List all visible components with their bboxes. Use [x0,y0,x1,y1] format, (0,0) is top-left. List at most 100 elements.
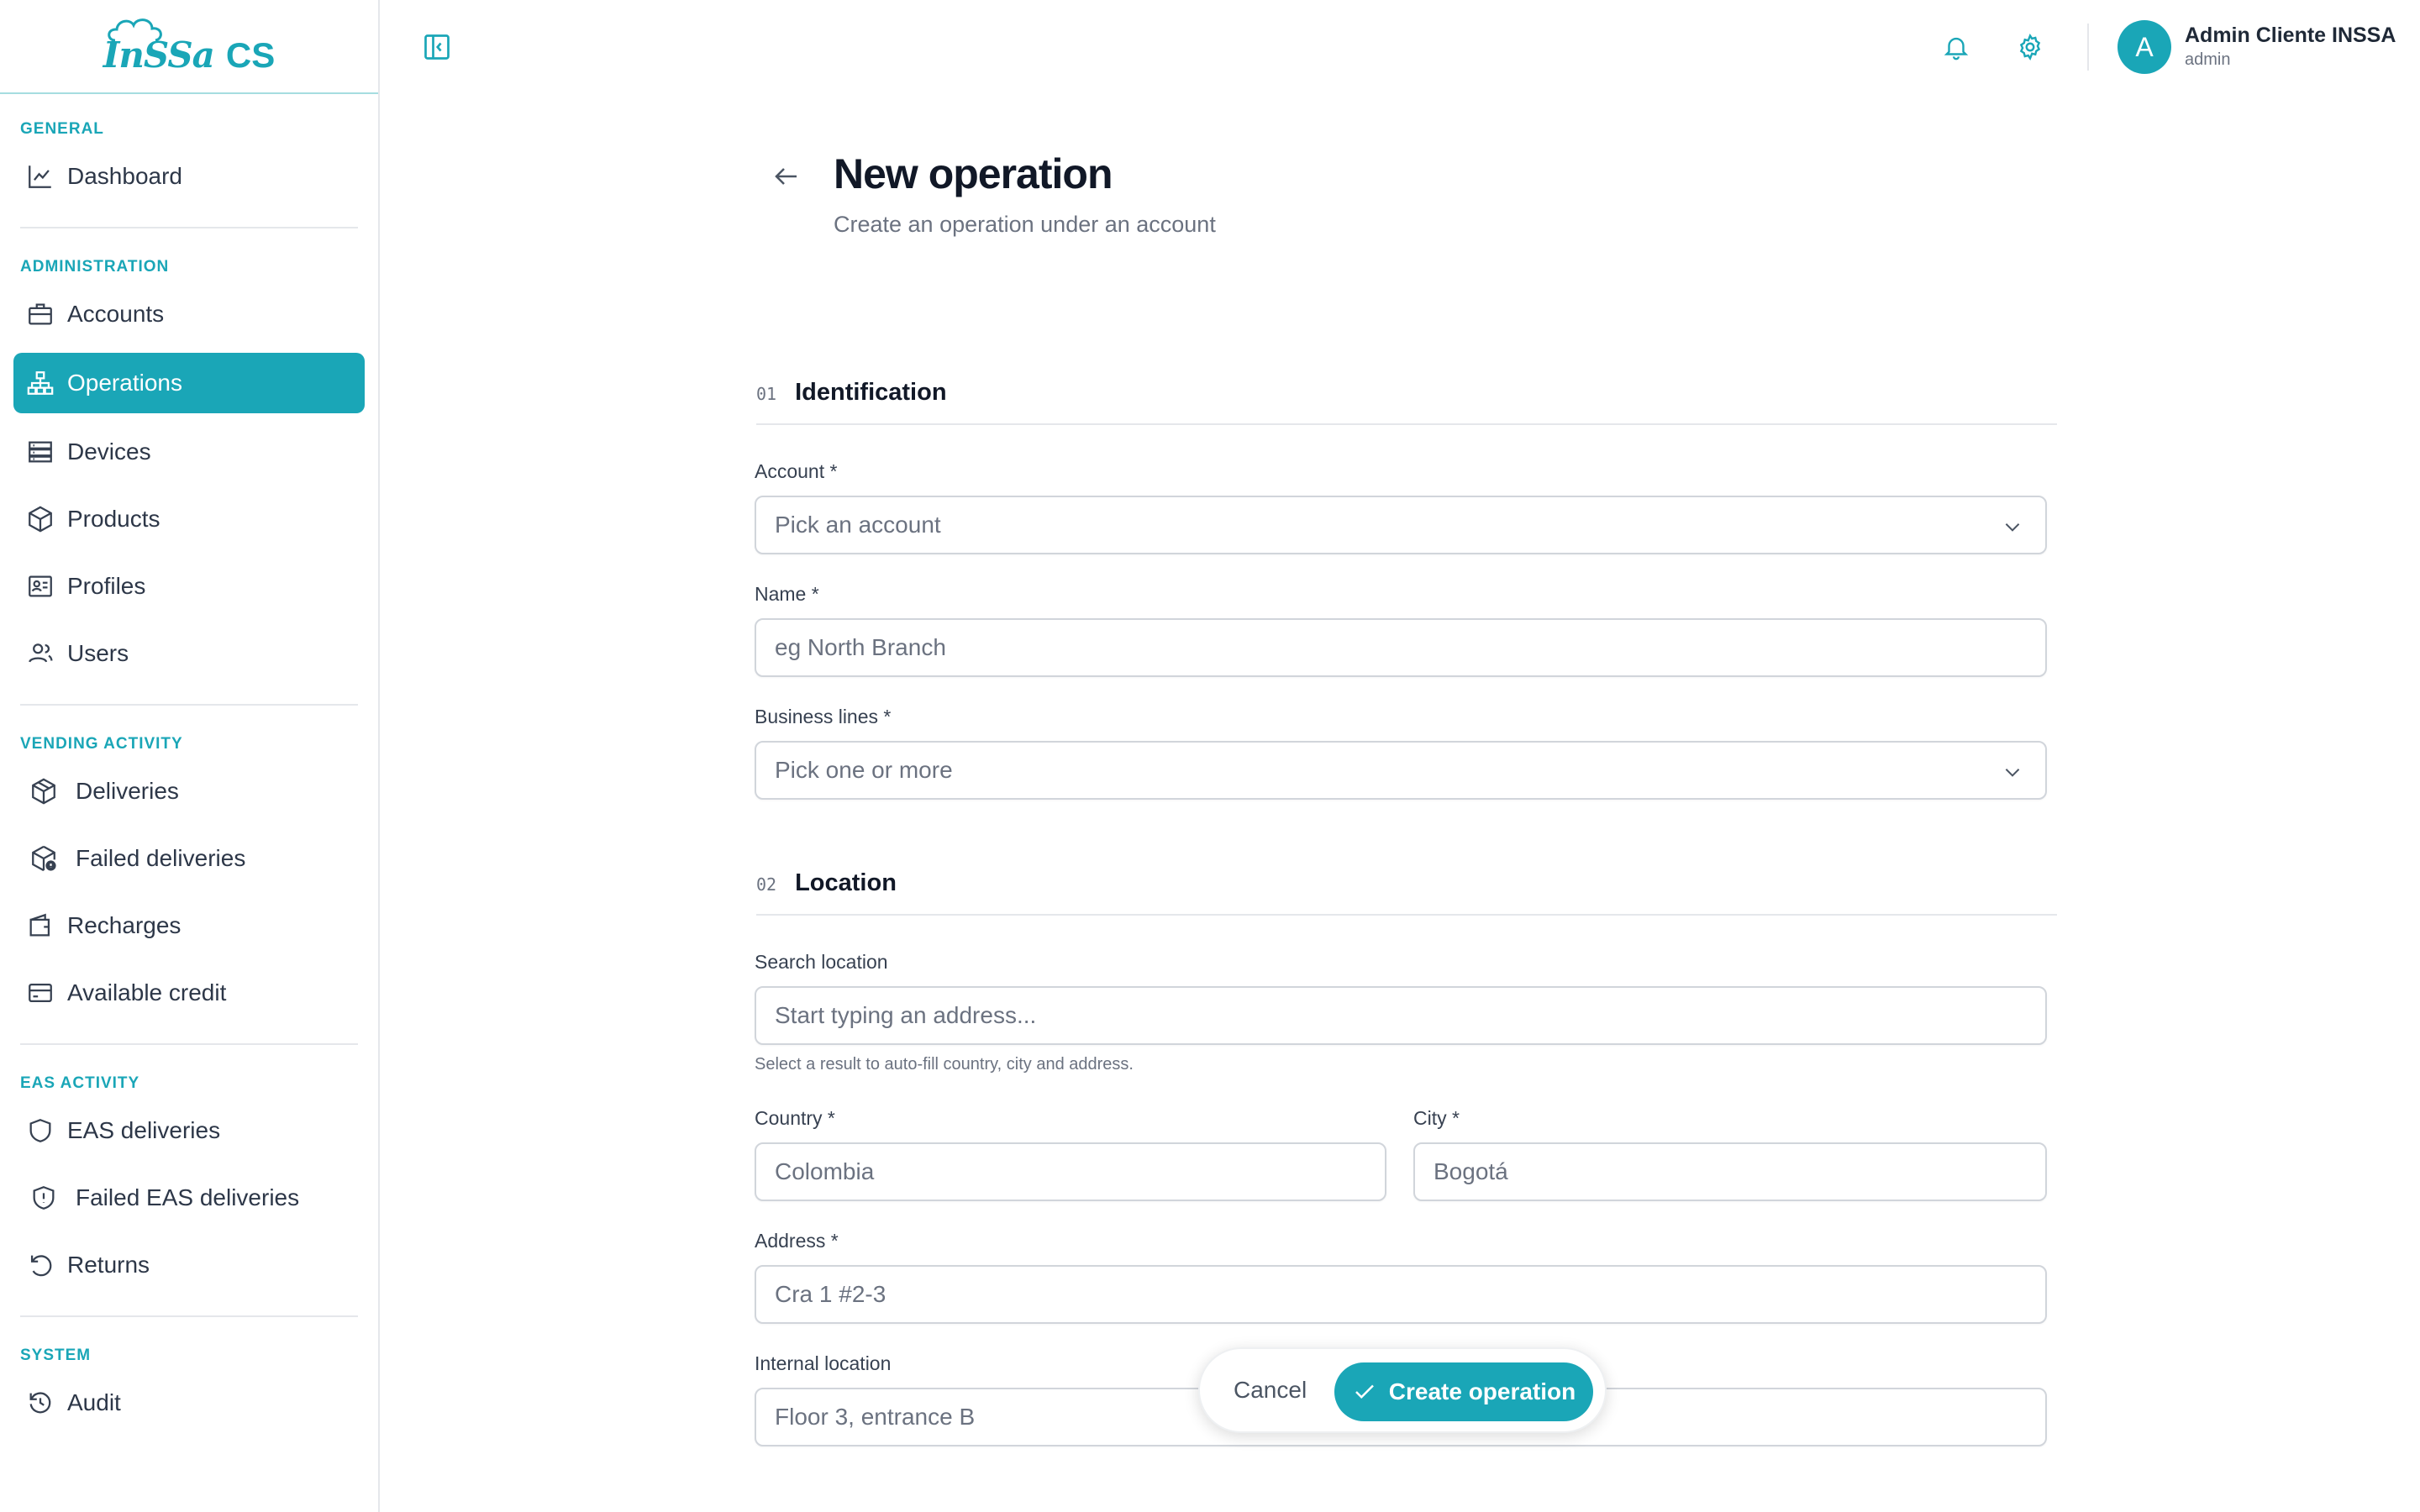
section-location-header: 02 Location [756,867,2057,916]
country-value: Colombia [775,1158,875,1184]
sidebar-item-label: Audit [67,1389,121,1415]
search-location-placeholder: Start typing an address... [775,1002,1037,1028]
header-divider [2087,24,2089,71]
nav-divider [20,227,358,228]
sidebar-item-failed-eas-deliveries[interactable]: Failed EAS deliveries [13,1168,365,1228]
history-icon [25,1388,55,1418]
briefcase-icon [25,299,55,329]
sidebar-item-accounts[interactable]: Accounts [13,284,365,344]
section-number: 01 [756,384,777,404]
address-label: Address * [755,1230,839,1252]
sidebar-item-label: Dashboard [67,163,182,189]
section-title: Location [795,869,897,896]
account-select[interactable]: Pick an account [755,496,2047,554]
sidebar-item-failed-deliveries[interactable]: Failed deliveries [13,828,365,889]
shield-alert-icon [29,1183,59,1213]
cancel-button[interactable]: Cancel [1234,1377,1307,1404]
nav-divider [20,1043,358,1045]
form-action-bar: Cancel Create operation [1198,1347,1607,1433]
server-icon [25,437,55,467]
app-logo[interactable]: InSSa CS [103,17,276,76]
account-placeholder: Pick an account [775,512,941,538]
country-input[interactable]: Colombia [755,1142,1386,1201]
package-alert-icon [29,843,59,874]
business-lines-label: Business lines * [755,706,892,727]
chevron-down-icon [2002,516,2023,538]
chart-line-icon [25,161,55,192]
search-location-input[interactable]: Start typing an address... [755,986,2047,1045]
user-name[interactable]: Admin Cliente INSSA [2185,24,2396,48]
page-subtitle: Create an operation under an account [834,212,1216,237]
settings-button[interactable] [2013,30,2047,64]
sidebar-item-returns[interactable]: Returns [13,1235,365,1295]
name-input[interactable]: eg North Branch [755,618,2047,677]
sidebar: InSSa CS GENERAL Dashboard ADMINISTRATIO… [0,0,380,1512]
sidebar-item-operations[interactable]: Operations [13,353,365,413]
sidebar-item-label: EAS deliveries [67,1117,221,1143]
sidebar-item-eas-deliveries[interactable]: EAS deliveries [13,1100,365,1161]
nav-section-system: SYSTEM [20,1347,92,1364]
business-lines-select[interactable]: Pick one or more [755,741,2047,800]
id-card-icon [25,571,55,601]
bell-icon [1942,33,1970,61]
sidebar-item-products[interactable]: Products [13,489,365,549]
sidebar-item-label: Devices [67,438,151,465]
sidebar-item-label: Recharges [67,912,182,938]
sidebar-item-label: Users [67,640,129,666]
avatar[interactable]: A [2118,20,2171,74]
internal-location-label: Internal location [755,1352,892,1374]
sidebar-item-label: Profiles [67,573,146,599]
sidebar-item-label: Failed EAS deliveries [76,1184,300,1210]
search-location-hint: Select a result to auto-fill country, ci… [755,1055,1134,1074]
address-input[interactable]: Cra 1 #2-3 [755,1265,2047,1324]
sidebar-item-available-credit[interactable]: Available credit [13,963,365,1023]
internal-location-value: Floor 3, entrance B [775,1404,976,1430]
check-icon [1352,1379,1377,1404]
section-title: Identification [795,378,947,406]
city-label: City * [1413,1107,1460,1129]
users-icon [25,638,55,669]
sidebar-item-label: Operations [67,370,182,396]
sidebar-item-label: Accounts [67,301,165,327]
user-role: admin [2185,50,2231,69]
credit-card-icon [25,978,55,1008]
account-label: Account * [755,460,838,482]
create-operation-label: Create operation [1388,1378,1576,1404]
create-operation-button[interactable]: Create operation [1334,1362,1593,1421]
sidebar-item-users[interactable]: Users [13,623,365,684]
section-identification-header: 01 Identification [756,376,2057,425]
address-value: Cra 1 #2-3 [775,1281,886,1307]
name-label: Name * [755,583,819,605]
logo-area: InSSa CS [0,0,378,94]
panel-left-icon [422,32,452,62]
sidebar-item-label: Failed deliveries [76,845,246,871]
wallet-icon [25,911,55,941]
chevron-down-icon [2002,761,2023,783]
page-title: New operation [834,150,1113,197]
nav-section-administration: ADMINISTRATION [20,258,170,276]
nav-section-vending: VENDING ACTIVITY [20,735,183,753]
sidebar-item-label: Returns [67,1252,150,1278]
sidebar-item-audit[interactable]: Audit [13,1373,365,1433]
city-input[interactable]: Bogotá [1413,1142,2047,1201]
sidebar-item-recharges[interactable]: Recharges [13,895,365,956]
sidebar-toggle-button[interactable] [420,30,454,64]
nav-divider [20,704,358,706]
nav-section-general: GENERAL [20,120,104,138]
business-lines-placeholder: Pick one or more [775,757,953,783]
back-button[interactable] [770,160,803,193]
sidebar-item-dashboard[interactable]: Dashboard [13,146,365,207]
sidebar-item-label: Deliveries [76,778,179,804]
logo-suffix: CS [225,35,276,75]
search-location-label: Search location [755,951,888,973]
sidebar-item-profiles[interactable]: Profiles [13,556,365,617]
nav-section-eas: EAS ACTIVITY [20,1074,140,1092]
notifications-button[interactable] [1939,30,1973,64]
city-value: Bogotá [1434,1158,1508,1184]
sidebar-item-devices[interactable]: Devices [13,422,365,482]
arrow-left-icon [771,161,802,192]
shield-icon [25,1116,55,1146]
country-label: Country * [755,1107,835,1129]
sidebar-item-label: Available credit [67,979,227,1005]
sidebar-item-deliveries[interactable]: Deliveries [13,761,365,822]
